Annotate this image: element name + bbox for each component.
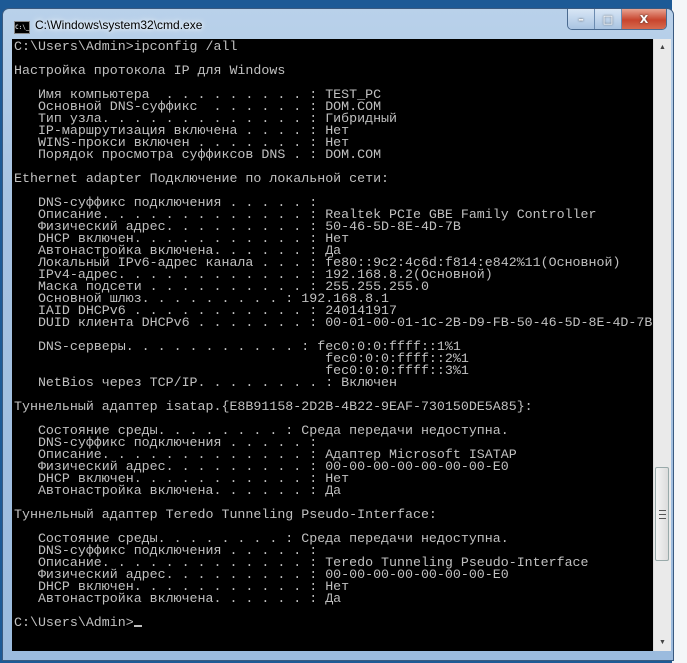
console-line: DUID клиента DHCPv6 . . . . . . . : 00-0… <box>14 315 653 330</box>
console-line: Ethernet adapter Подключение по локально… <box>14 171 390 186</box>
console-line: Туннельный адаптер isatap.{E8B91158-2D2B… <box>14 399 533 414</box>
scroll-up-arrow-icon[interactable]: ▲ <box>654 39 671 56</box>
command-prompt-line[interactable]: C:\Users\Admin> <box>14 615 652 630</box>
scroll-down-arrow-icon[interactable]: ▼ <box>654 634 671 651</box>
console-lines: C:\Users\Admin>ipconfig /all Настройка п… <box>14 39 653 630</box>
console-line: Настройка протокола IP для Windows <box>14 63 286 78</box>
cmd-window: C:\_ C:\Windows\system32\cmd.exe – □ X C… <box>2 8 674 661</box>
close-button[interactable]: X <box>622 9 666 29</box>
window-controls: – □ X <box>567 9 667 30</box>
minimize-button[interactable]: – <box>568 9 595 29</box>
maximize-button[interactable]: □ <box>595 9 622 29</box>
cmd-app-icon[interactable]: C:\_ <box>14 21 30 34</box>
console-line: Автонастройка включена. . . . . . : Да <box>14 483 342 498</box>
window-title: C:\Windows\system32\cmd.exe <box>35 18 203 32</box>
scrollbar-thumb[interactable] <box>655 467 669 562</box>
console-line: C:\Users\Admin>ipconfig /all <box>14 39 238 54</box>
desktop-background <box>672 0 687 663</box>
console-output[interactable]: C:\Users\Admin>ipconfig /all Настройка п… <box>12 39 653 651</box>
prompt-text: C:\Users\Admin> <box>14 615 134 630</box>
grip-icon <box>659 510 666 520</box>
text-cursor <box>133 625 142 627</box>
console-line: Автонастройка включена. . . . . . : Да <box>14 591 342 606</box>
console-line: Порядок просмотра суффиксов DNS . : DOM.… <box>14 147 382 162</box>
title-bar[interactable]: C:\_ C:\Windows\system32\cmd.exe – □ X <box>3 9 673 39</box>
vertical-scrollbar[interactable]: ▲ ▼ <box>653 39 671 651</box>
console-line: NetBios через TCP/IP. . . . . . . . : Вк… <box>14 375 398 390</box>
console-line: Туннельный адаптер Teredo Tunneling Pseu… <box>14 507 437 522</box>
